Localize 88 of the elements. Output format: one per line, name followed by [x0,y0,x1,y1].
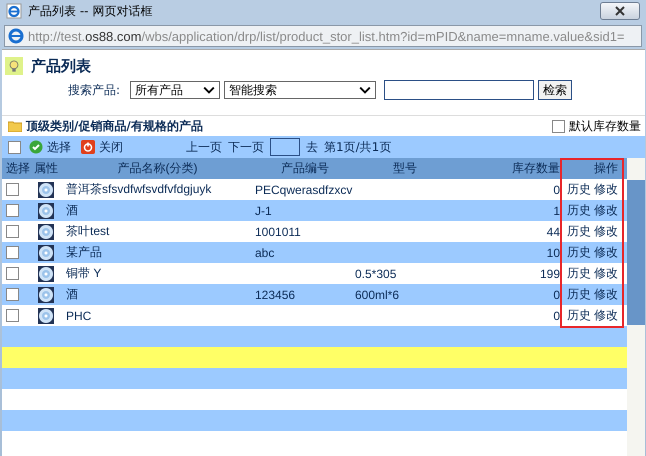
action-link[interactable]: 历史 [567,286,591,303]
page-field[interactable] [270,138,300,156]
disc-icon [38,286,54,302]
action-link[interactable]: 历史 [567,265,591,282]
table-cell-text: 酒 [65,286,79,303]
column-header: 选择 [5,160,31,177]
table-cell-text: 10 [546,246,560,260]
browser-icon [8,28,24,44]
table-cell-text: 茶叶test [65,223,110,240]
row-checkbox[interactable] [6,225,19,238]
check-icon [29,140,43,154]
table-cell-text: 199 [538,266,560,280]
table-cell-text: J-1 [255,204,273,218]
action-link[interactable]: 历史 [567,223,591,240]
table-cell-text: PECqwerasdfzxcv [255,182,354,196]
power-icon [81,140,95,154]
scrollbar[interactable] [627,158,645,456]
action-link[interactable]: 修改 [594,265,618,282]
default-stock-label: 默认库存数量 [569,118,641,134]
disc-icon [38,244,54,260]
column-header: 库存数量 [511,160,560,177]
select-all-checkbox[interactable] [8,140,21,154]
column-header: 操作 [593,160,619,177]
select-button[interactable]: 选择 [27,138,73,156]
row-checkbox[interactable] [6,309,19,322]
action-link[interactable]: 修改 [594,244,618,261]
table-cell-text: 酒 [65,202,79,219]
page-info: 第1页/共1页 [324,138,392,156]
close-button[interactable] [600,2,640,20]
table-cell-text: 1001011 [255,224,302,238]
search-label: 搜索产品: [68,82,120,98]
table-cell-text: PHC [65,308,92,322]
disc-icon [38,224,54,240]
table-cell-text: 123456 [255,288,296,302]
action-link[interactable]: 历史 [567,307,591,324]
action-link[interactable]: 历史 [567,202,591,219]
row-checkbox[interactable] [6,204,19,217]
column-header: 属性 [33,160,59,177]
disc-icon [38,182,54,198]
disc-icon [38,308,54,324]
folder-icon [8,120,22,132]
table-cell-text: 铜带 Y [65,265,102,282]
table-cell-text: 普洱茶sfsvdfwfsvdfvfdgjuyk [65,181,212,198]
close-button[interactable]: 关闭 [79,138,125,156]
url-text: http://test.os88.com/wbs/application/drp/list/product_stor_list.htm?id=mPID&name=mname.value&sid1= [28,28,625,44]
action-link[interactable]: 修改 [594,286,618,303]
column-header: 产品名称(分类) [116,160,198,177]
mode-dropdown[interactable]: 智能搜索 [224,81,376,99]
address-bar[interactable]: http://test.os88.com/wbs/application/drp/list/product_stor_list.htm?id=mPID&name=mname.value&sid1= [4,25,642,47]
scope-dropdown[interactable]: 所有产品 [130,81,220,99]
row-checkbox[interactable] [6,267,19,280]
bulb-icon [5,57,23,75]
prev-page-link[interactable]: 上一页 [186,138,222,156]
table-cell-text: 0.5*305 [355,266,398,280]
action-link[interactable]: 历史 [567,244,591,261]
column-header: 型号 [392,160,418,177]
next-page-link[interactable]: 下一页 [228,138,264,156]
row-checkbox[interactable] [6,183,19,196]
table-cell-text: 0 [552,288,560,302]
row-checkbox[interactable] [6,288,19,301]
action-link[interactable]: 修改 [594,181,618,198]
caret-icon [203,86,216,94]
table-cell-text: 0 [552,308,560,322]
window-title: 产品列表 -- 网页对话框 [28,2,152,20]
search-field[interactable] [384,80,534,100]
table-cell-text: 某产品 [65,244,103,261]
action-link[interactable]: 修改 [594,223,618,240]
caret-icon [359,86,372,94]
table-cell-text: 1 [552,204,560,218]
search-button[interactable]: 检索 [538,80,572,100]
close-icon [615,6,625,16]
default-stock-checkbox[interactable] [552,120,565,132]
column-header: 产品编号 [280,160,330,177]
table-cell-text: 0 [552,182,560,196]
action-link[interactable]: 历史 [567,181,591,198]
scroll-thumb[interactable] [627,180,645,325]
action-link[interactable]: 修改 [594,202,618,219]
action-link[interactable]: 修改 [594,307,618,324]
go-link[interactable]: 去 [306,138,318,156]
table-cell-text: abc [255,246,276,260]
page-title: 产品列表 [31,56,91,76]
disc-icon [38,202,54,218]
disc-icon [38,266,54,282]
browser-icon [6,3,22,19]
row-checkbox[interactable] [6,246,19,259]
category-path: 顶级类别/促销商品/有规格的产品 [26,118,203,134]
table-cell-text: 44 [546,224,560,238]
table-cell-text: 600ml*6 [355,288,400,302]
